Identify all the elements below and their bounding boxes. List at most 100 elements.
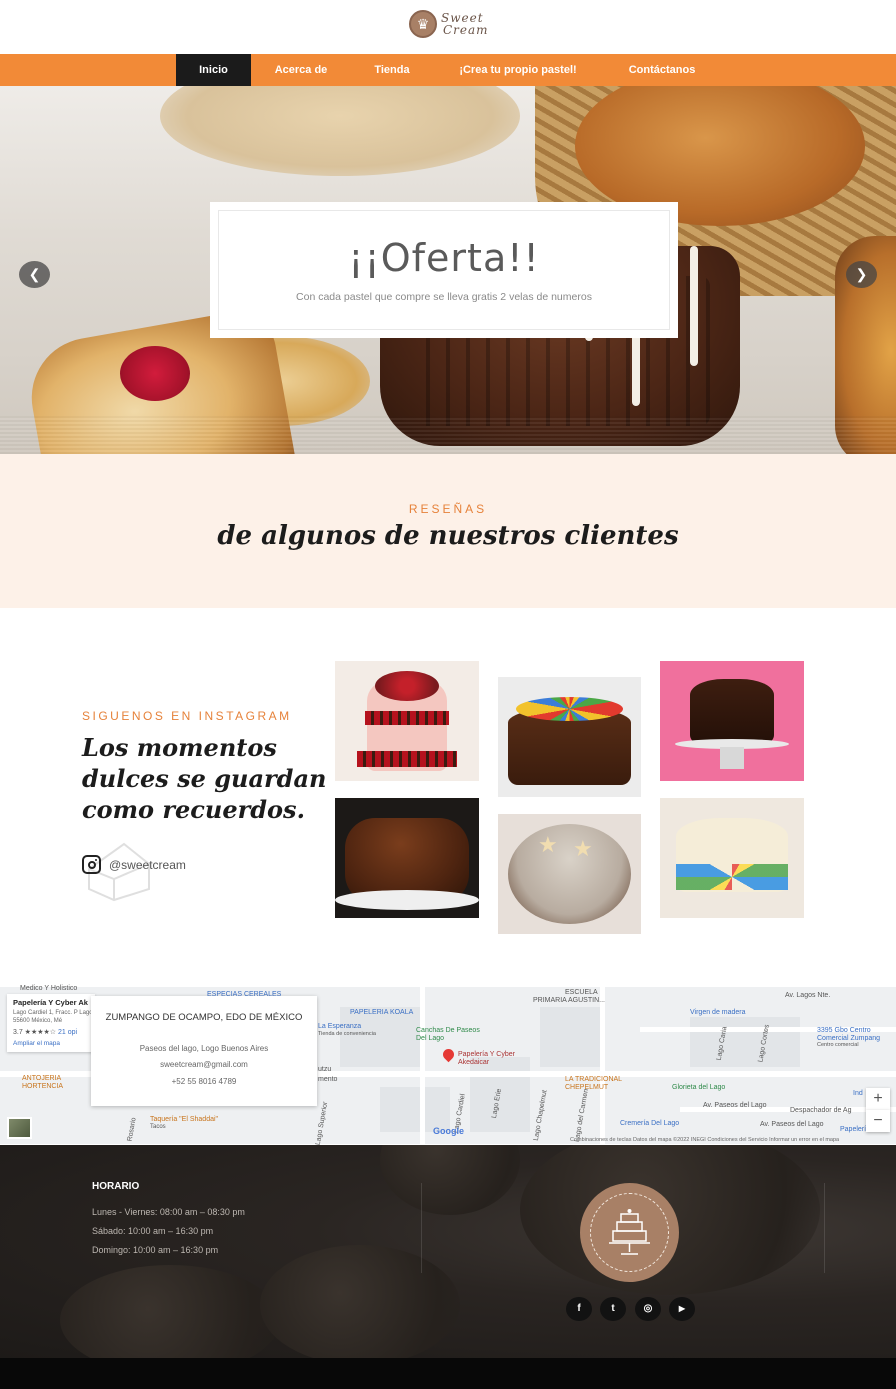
insta-photo-chocolate-candy-cake[interactable] xyxy=(498,677,641,797)
nav-item-inicio[interactable]: Inicio xyxy=(176,54,251,86)
insta-photo-chocolate-fudge-cake[interactable] xyxy=(335,798,479,918)
footer-bottom-bar xyxy=(0,1358,896,1389)
insta-photo-strawberry-cake[interactable] xyxy=(335,661,479,781)
chevron-right-icon: ❯ xyxy=(855,266,868,282)
zoom-out-button[interactable]: − xyxy=(866,1110,890,1132)
map-block xyxy=(340,1007,420,1067)
insta-photo-chocolate-cake-pink[interactable] xyxy=(660,661,804,781)
jam-filling-image xyxy=(120,346,190,401)
nav-item-crea-pastel[interactable]: ¡Crea tu propio pastel! xyxy=(444,54,592,86)
location-title: ZUMPANGO DE OCAMPO, EDO DE MÉXICO xyxy=(105,1012,303,1023)
place-address: Lago Cardiel 1, Fracc. P Lago, 55600 Méx… xyxy=(13,1010,95,1024)
map-label: Av. Paseos del Lago xyxy=(703,1102,767,1109)
map-label: Medico Y Holistico xyxy=(20,985,78,992)
icing-drip xyxy=(690,246,698,366)
nav-item-acerca[interactable]: Acerca de xyxy=(260,54,342,86)
logo-text-line2: Cream xyxy=(443,23,489,37)
contact-phone[interactable]: +52 55 8016 4789 xyxy=(101,1077,307,1086)
enlarge-map-link[interactable]: Ampliar el mapa xyxy=(13,1040,60,1047)
map-label: Av. Lagos Nte. xyxy=(785,992,831,999)
map-road xyxy=(600,987,605,1144)
reviews-title: de algunos de nuestros clientes xyxy=(217,521,679,551)
hours-sunday: Domingo: 10:00 am – 16:30 pm xyxy=(92,1245,219,1255)
insta-photo-star-cake[interactable]: ★ ★ xyxy=(498,814,641,934)
hours-weekday: Lunes - Viernes: 08:00 am – 08:30 pm xyxy=(92,1207,245,1217)
footer-divider xyxy=(824,1183,825,1273)
main-nav: Inicio Acerca de Tienda ¡Crea tu propio … xyxy=(0,54,896,86)
map-block xyxy=(540,1007,600,1067)
footer-divider xyxy=(421,1183,422,1273)
satellite-toggle[interactable] xyxy=(7,1117,32,1139)
instagram-icon xyxy=(82,855,101,874)
hours-saturday: Sábado: 10:00 am – 16:30 pm xyxy=(92,1226,214,1236)
nav-item-contactanos[interactable]: Contáctanos xyxy=(612,54,712,86)
youtube-button[interactable]: ▶ xyxy=(669,1297,695,1321)
cookie-image xyxy=(260,1245,460,1358)
zoom-in-button[interactable]: + xyxy=(866,1088,890,1110)
offer-title: ¡¡Oferta!! xyxy=(348,236,540,280)
site-footer: HORARIO Lunes - Viernes: 08:00 am – 08:3… xyxy=(0,1145,896,1358)
cake-stand-image xyxy=(720,747,744,769)
star-decoration-icon: ★ xyxy=(538,832,558,857)
slider-next-button[interactable]: ❯ xyxy=(846,261,877,288)
map-attribution: Combinaciones de teclas Datos del mapa ©… xyxy=(570,1137,840,1143)
map-place-card[interactable]: Papelería Y Cyber Ak Lago Cardiel 1, Fra… xyxy=(7,994,95,1052)
insta-photo-sprinkle-cake[interactable] xyxy=(660,798,804,918)
map-label: ANTOJERIA HORTENCIA xyxy=(22,1075,64,1090)
map-label: Taquería "El Shaddai" xyxy=(150,1116,219,1123)
map-label: Tienda de conveniencia xyxy=(318,1031,376,1037)
bread-image xyxy=(160,86,520,176)
hours-heading: HORARIO xyxy=(92,1181,140,1192)
plate-image xyxy=(335,890,479,910)
map-label: Cremería Del Lago xyxy=(620,1120,680,1127)
instagram-handle-link[interactable]: @sweetcream xyxy=(82,855,186,874)
sprinkles-image xyxy=(676,864,788,890)
instagram-kicker: SIGUENOS EN INSTAGRAM xyxy=(82,709,292,723)
map-label: Tacos xyxy=(150,1124,166,1130)
contact-info-card: ZUMPANGO DE OCAMPO, EDO DE MÉXICO Paseos… xyxy=(91,996,317,1106)
google-logo: Google xyxy=(433,1126,464,1136)
place-rating-stars: 3.7 ★★★★☆ xyxy=(13,1029,57,1036)
nav-item-tienda[interactable]: Tienda xyxy=(360,54,424,86)
tablecloth xyxy=(0,416,896,454)
berries-image xyxy=(365,711,449,725)
reviews-kicker: RESEÑAS xyxy=(408,502,488,516)
map-road xyxy=(420,987,425,1144)
place-reviews-link[interactable]: 21 opi xyxy=(58,1029,77,1036)
map-label: 3395 Gbo Centro Comercial Zumpang xyxy=(817,1027,881,1042)
slider-prev-button[interactable]: ❮ xyxy=(19,261,50,288)
place-rating: 3.7 ★★★★☆ 21 opi xyxy=(13,1028,77,1036)
offer-caption: ¡¡Oferta!! Con cada pastel que compre se… xyxy=(210,202,678,338)
cake-logo-icon: ♛ xyxy=(409,10,437,38)
cookie-image xyxy=(60,1265,280,1358)
cake-image xyxy=(690,679,774,743)
map-label: La Esperanza xyxy=(318,1023,362,1030)
berries-image xyxy=(357,751,457,767)
footer-logo xyxy=(583,1186,676,1279)
map-label: Centro comercial xyxy=(817,1042,859,1048)
facebook-button[interactable]: f xyxy=(566,1297,592,1321)
candy-topping-image xyxy=(516,697,623,721)
offer-subtitle: Con cada pastel que compre se lleva grat… xyxy=(296,291,592,303)
logo-bar: ♛ Sweet Cream xyxy=(0,0,896,54)
map-label: Canchas De Paseos Del Lago xyxy=(416,1027,480,1042)
instagram-title: Los momentos dulces se guardan como recu… xyxy=(82,733,327,824)
site-logo[interactable]: ♛ Sweet Cream xyxy=(409,10,489,38)
instagram-handle: @sweetcream xyxy=(109,857,186,872)
location-address: Paseos del lago, Logo Buenos Aires xyxy=(139,1044,269,1053)
cookie-image xyxy=(380,1145,520,1215)
twitter-button[interactable]: t xyxy=(600,1297,626,1321)
twitter-icon: t xyxy=(611,1303,615,1314)
map-label: Papelería Y Cyber Akedaicar xyxy=(458,1051,515,1066)
map-label: Glorieta del Lago xyxy=(672,1084,726,1091)
instagram-button[interactable]: ◎ xyxy=(635,1297,661,1321)
map-block xyxy=(690,1017,800,1067)
map-label: Av. Paseos del Lago xyxy=(760,1121,824,1128)
map-label: mento xyxy=(318,1076,338,1083)
star-decoration-icon: ★ xyxy=(573,836,593,861)
map-label: LA TRADICIONAL CHEPELMUT xyxy=(565,1076,622,1091)
map-label: PAPELERIA KOALA xyxy=(350,1009,414,1016)
map-label: Ind xyxy=(853,1090,863,1097)
map-label: Virgen de madera xyxy=(690,1009,746,1016)
contact-email[interactable]: sweetcream@gmail.com xyxy=(101,1060,307,1069)
